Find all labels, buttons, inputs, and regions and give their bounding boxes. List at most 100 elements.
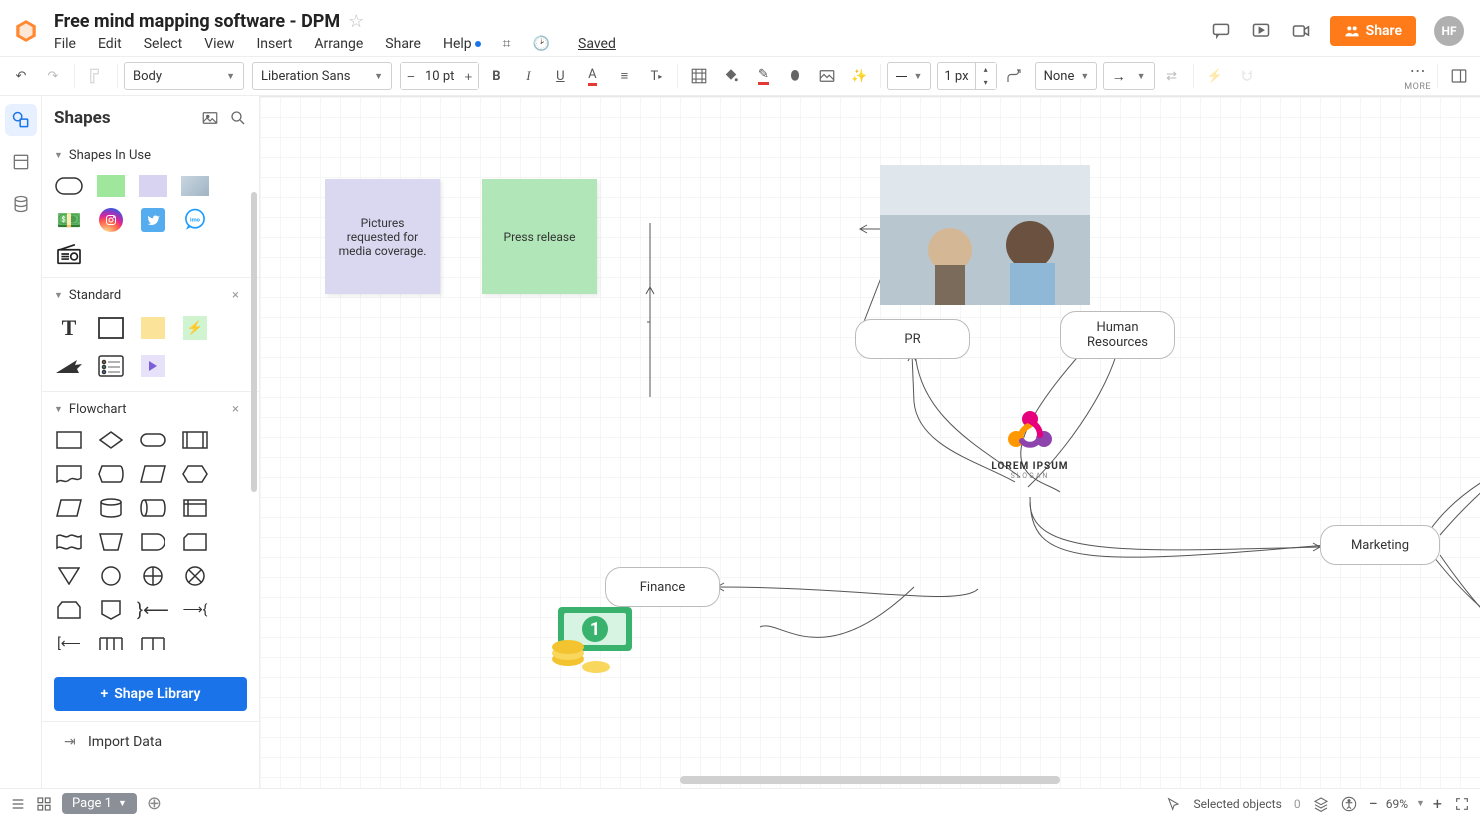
format-painter-button[interactable] [81,61,111,91]
document-title[interactable]: Free mind mapping software - DPM [54,11,340,32]
italic-button[interactable]: I [513,61,543,91]
fc-or[interactable] [178,563,212,589]
font-size-decrease[interactable]: − [401,63,421,89]
sticky-note-pictures[interactable]: Pictures requested for media coverage. [325,179,440,294]
fc-table-partial1[interactable] [94,631,128,657]
sidebar-scrollbar[interactable] [251,192,257,492]
hr-photo[interactable] [880,165,1090,305]
arrow-start-dropdown[interactable]: None▼ [1035,62,1097,90]
line-width-up[interactable]: ▴ [976,63,996,76]
shape-text[interactable]: T [52,313,86,343]
add-page-button[interactable]: ⊕ [147,793,162,814]
present-play-icon[interactable] [1250,20,1272,42]
fc-connector[interactable] [94,563,128,589]
share-button[interactable]: Share [1330,16,1416,46]
image-options-button[interactable] [812,61,842,91]
close-section-icon-2[interactable]: × [232,402,247,417]
integrations-icon[interactable]: ⌗ [503,36,511,52]
history-clock-icon[interactable]: 🕑 [533,36,550,52]
swap-arrows-button[interactable]: ⇄ [1157,61,1187,91]
fc-off-page[interactable] [94,597,128,623]
actions-bolt-button[interactable]: ⚡ [1200,61,1230,91]
line-width-stepper[interactable]: 1 px ▴▾ [937,62,996,90]
fc-display[interactable] [94,461,128,487]
border-color-button[interactable]: ✎ [748,61,778,91]
fc-table-partial2[interactable] [136,631,170,657]
fc-brace-right[interactable]: }⟵ [136,597,170,623]
fc-annotation[interactable]: ⟶{ [178,597,212,623]
shape-imo-icon[interactable]: imo [178,207,212,233]
fc-decision[interactable] [94,427,128,453]
menu-help[interactable]: Help [443,36,481,52]
layers-footer-icon[interactable] [1313,796,1329,812]
canvas[interactable]: Pictures requested for media coverage. P… [260,96,1480,788]
fc-sum-junction[interactable] [136,563,170,589]
shape-block[interactable] [94,313,128,343]
sticky-note-press[interactable]: Press release [482,179,597,294]
shape-rounded-rect[interactable] [52,173,86,199]
rail-layers-button[interactable] [5,188,37,220]
fc-stored-data[interactable] [136,495,170,521]
undo-button[interactable]: ↶ [6,61,36,91]
section-shapes-in-use[interactable]: ▼Shapes In Use [42,138,259,169]
text-color-button[interactable]: A [577,61,607,91]
shape-money-icon[interactable]: 💵 [52,207,86,233]
fullscreen-icon[interactable] [1454,796,1470,812]
font-family-dropdown[interactable]: Liberation Sans▼ [252,62,392,90]
fc-card[interactable] [178,529,212,555]
magic-wand-button[interactable]: ✨ [844,61,874,91]
node-marketing[interactable]: Marketing [1320,525,1440,565]
menu-view[interactable]: View [204,36,234,52]
magnet-snap-button[interactable] [1232,61,1262,91]
close-section-icon[interactable]: × [232,288,247,303]
section-standard[interactable]: ▼Standard× [42,278,259,309]
fc-predefined[interactable] [178,427,212,453]
line-style-dropdown[interactable]: ▼ [887,62,931,90]
shape-library-button[interactable]: + Shape Library [54,677,247,711]
fc-merge[interactable] [52,563,86,589]
shape-arrow[interactable] [52,351,86,381]
text-options-button[interactable]: T▸ [641,61,671,91]
node-pr[interactable]: PR [855,319,970,359]
search-shapes-icon[interactable] [229,109,247,127]
fc-delay[interactable] [136,529,170,555]
menu-select[interactable]: Select [144,36,182,52]
shape-sticky-green[interactable] [94,173,128,199]
font-size-stepper[interactable]: − 10 pt + [400,62,479,90]
fc-hexagon[interactable] [178,461,212,487]
fc-process[interactable] [52,427,86,453]
zoom-in-button[interactable]: + [1433,794,1442,813]
redo-button[interactable]: ↷ [38,61,68,91]
menu-insert[interactable]: Insert [256,36,292,52]
shape-listbox[interactable] [94,351,128,381]
menu-share[interactable]: Share [385,36,421,52]
shape-image-placeholder[interactable] [178,173,212,199]
node-hr[interactable]: Human Resources [1060,311,1175,359]
fc-internal-storage[interactable] [178,495,212,521]
more-tools-button[interactable]: ⋯ MORE [1404,61,1431,92]
shape-play-button[interactable] [136,351,170,381]
center-logo[interactable]: LOREM IPSUM SLOGAN [975,405,1085,480]
shape-radio-icon[interactable] [52,241,86,267]
zoom-value[interactable]: 69% [1386,797,1408,811]
favorite-star-icon[interactable]: ☆ [348,11,364,32]
underline-button[interactable]: U [545,61,575,91]
line-routing-button[interactable] [999,61,1029,91]
saved-status[interactable]: Saved [578,36,616,52]
fill-color-button[interactable] [716,61,746,91]
fc-loop-limit[interactable] [52,597,86,623]
font-size-increase[interactable]: + [458,63,478,89]
rail-shapes-button[interactable] [5,104,37,136]
shape-sticky-note[interactable] [136,313,170,343]
fc-manual-op[interactable] [94,529,128,555]
rail-data-button[interactable] [5,146,37,178]
shape-instagram-icon[interactable] [94,207,128,233]
fc-parallelogram[interactable] [52,495,86,521]
video-camera-icon[interactable] [1290,20,1312,42]
nav-list-icon[interactable] [10,796,26,812]
fc-document[interactable] [52,461,86,487]
layout-frame-button[interactable] [684,61,714,91]
panels-toggle-button[interactable] [1444,61,1474,91]
fc-tape[interactable] [52,529,86,555]
menu-file[interactable]: File [54,36,76,52]
